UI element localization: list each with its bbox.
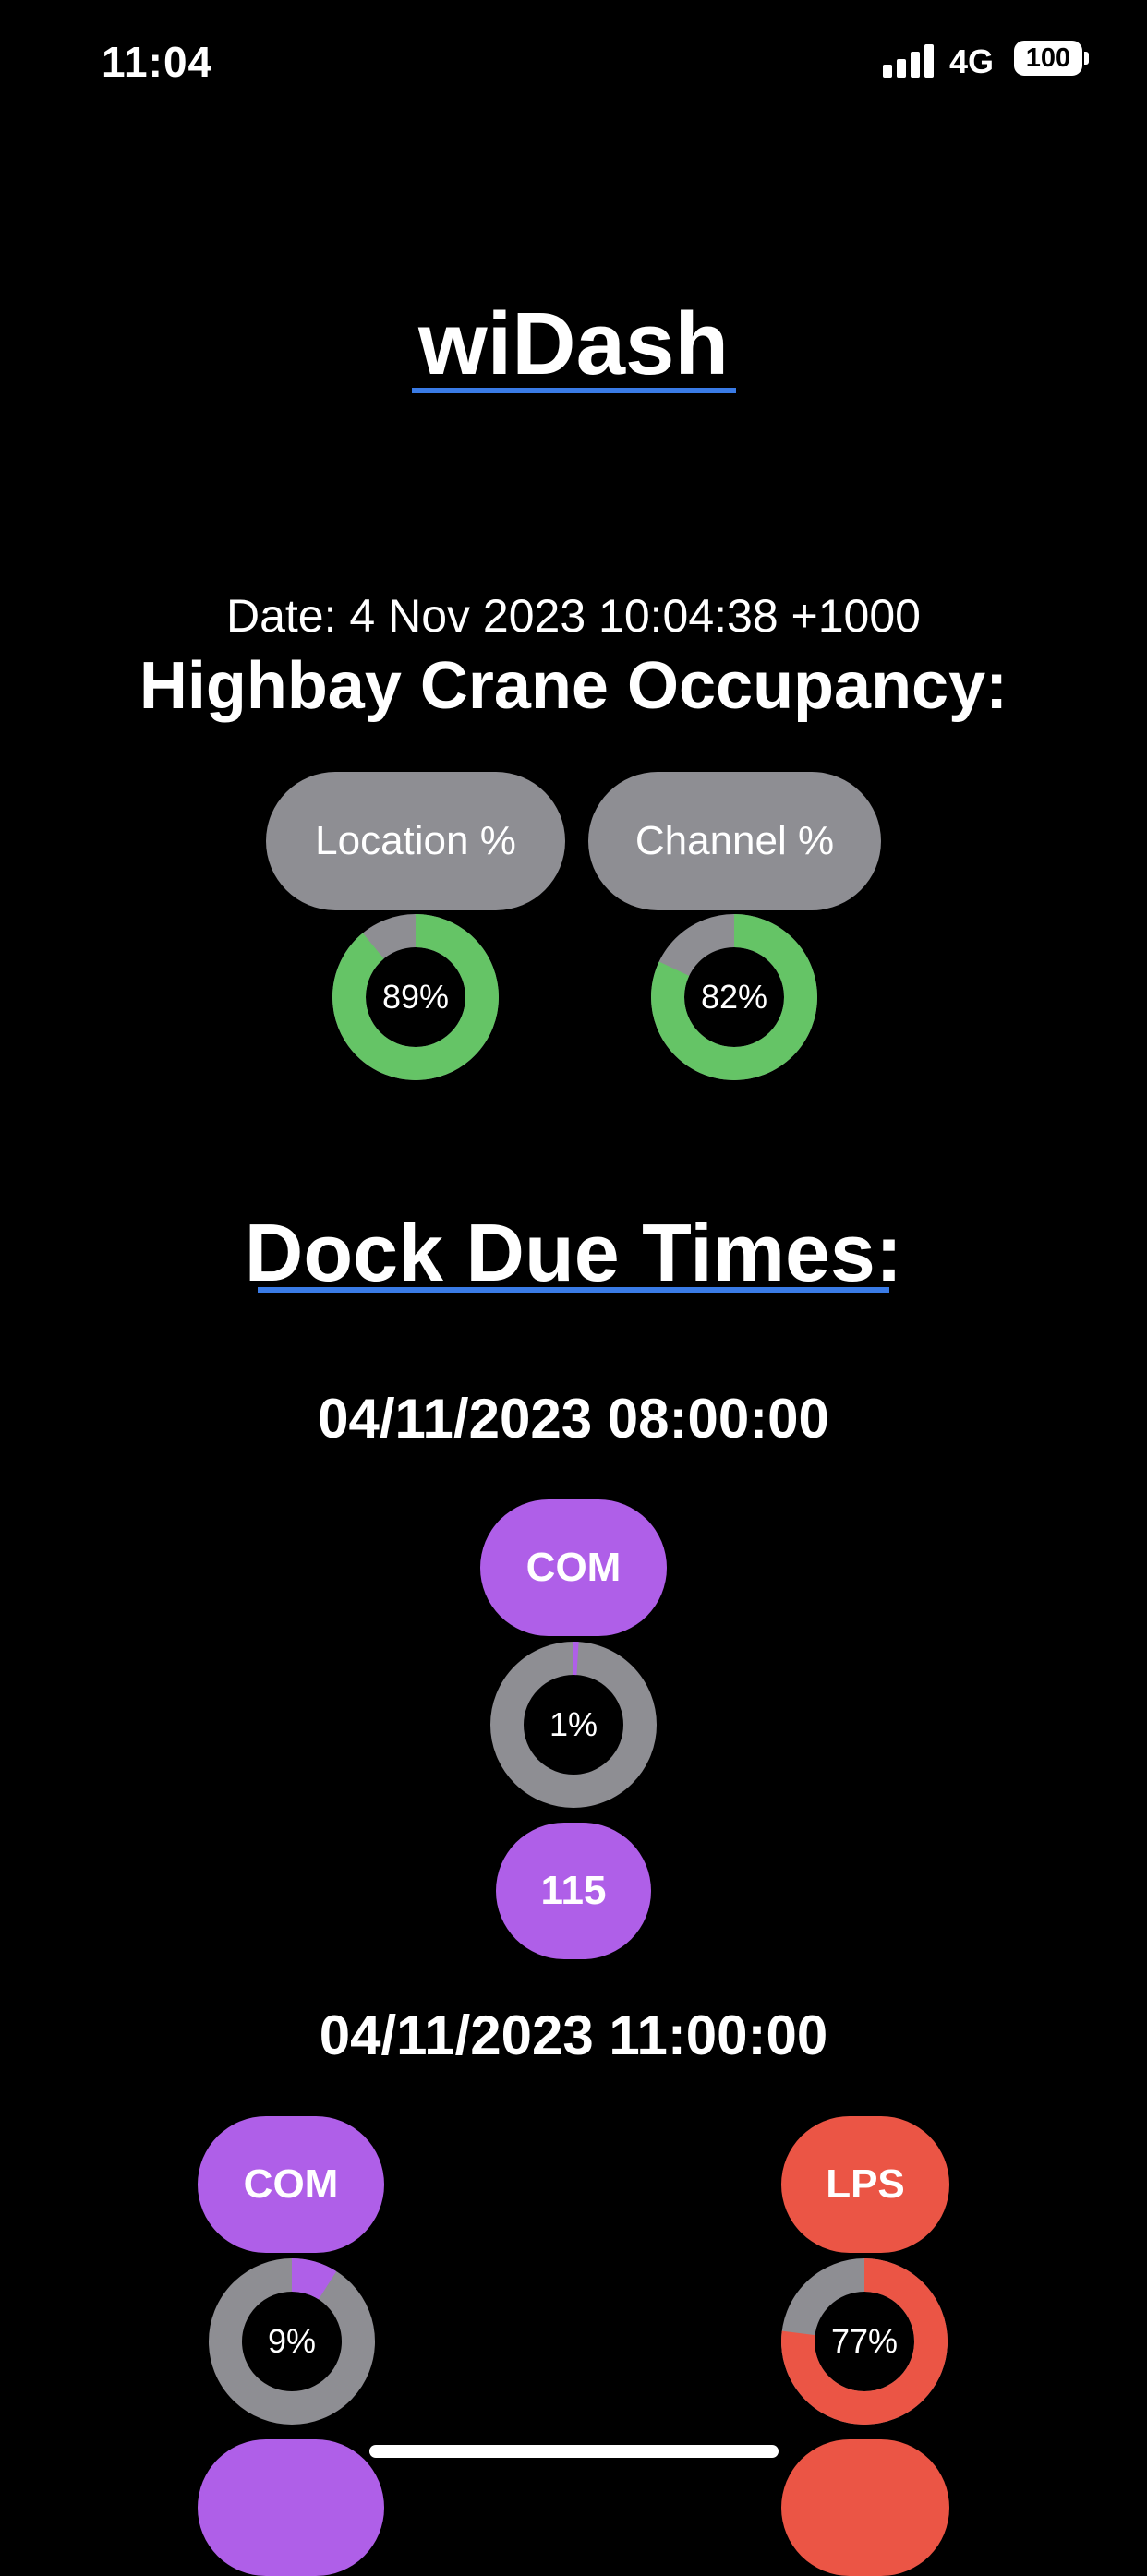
dock-donut: 77% xyxy=(781,2258,948,2425)
channel-percent-label: Channel % xyxy=(634,818,835,863)
dock-group-time: 04/11/2023 11:00:00 xyxy=(319,2004,828,2066)
location-donut-label: 89% xyxy=(381,978,450,1016)
channel-donut: 82% xyxy=(651,914,817,1080)
dock-code-label: COM xyxy=(525,1545,622,1590)
channel-donut-label: 82% xyxy=(700,978,768,1016)
dock-code-label: LPS xyxy=(826,2161,905,2207)
status-time: 11:04 xyxy=(102,38,213,86)
battery-icon: 100 xyxy=(1014,41,1082,76)
location-donut: 89% xyxy=(332,914,499,1080)
dock-donut-label: 1% xyxy=(549,1705,598,1743)
dock-due-times-title: Dock Due Times: xyxy=(244,1207,903,1298)
dock-count-label: 115 xyxy=(540,1868,607,1913)
dock-donut-label: 9% xyxy=(267,2322,317,2360)
channel-percent-pill[interactable]: Channel % xyxy=(588,772,881,910)
dock-donut-label: 77% xyxy=(830,2322,899,2360)
dock-code-label: COM xyxy=(243,2161,339,2207)
app-title: wiDash xyxy=(417,295,730,393)
home-indicator[interactable] xyxy=(369,2445,779,2458)
dock-code-pill[interactable]: LPS xyxy=(781,2116,949,2253)
dock-code-pill[interactable]: COM xyxy=(480,1499,667,1636)
location-percent-label: Location % xyxy=(315,818,516,863)
cellular-signal-icon xyxy=(883,42,936,78)
dock-count-pill-partial[interactable] xyxy=(781,2439,949,2576)
dock-title-underline xyxy=(258,1287,889,1293)
location-percent-pill[interactable]: Location % xyxy=(266,772,565,910)
dock-donut: 1% xyxy=(490,1642,657,1808)
dock-code-pill[interactable]: COM xyxy=(198,2116,384,2253)
dock-group-time: 04/11/2023 08:00:00 xyxy=(318,1388,829,1450)
app-title-underline xyxy=(412,388,736,393)
network-type: 4G xyxy=(949,42,995,80)
report-date: Date: 4 Nov 2023 10:04:38 +1000 xyxy=(226,590,921,642)
battery-tip-icon xyxy=(1084,52,1089,65)
crane-occupancy-title: Highbay Crane Occupancy: xyxy=(139,649,1008,723)
dock-count-pill[interactable]: 115 xyxy=(496,1823,651,1959)
dock-count-pill-partial[interactable] xyxy=(198,2439,384,2576)
dock-donut: 9% xyxy=(209,2258,375,2425)
